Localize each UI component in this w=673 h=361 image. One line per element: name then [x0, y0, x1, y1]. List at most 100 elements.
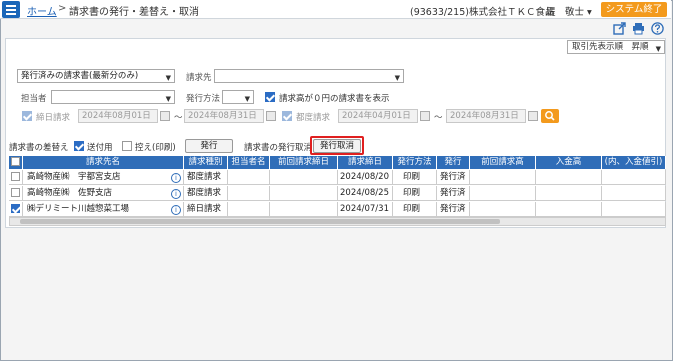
horizontal-scrollbar[interactable]: [9, 217, 666, 226]
info-icon[interactable]: i: [171, 189, 181, 199]
row-staff: [228, 170, 270, 185]
row-discount: [602, 202, 666, 217]
col-issued[interactable]: 発行: [437, 156, 470, 169]
breadcrumb-home-link[interactable]: ホーム: [27, 3, 57, 18]
cancel-issue-button[interactable]: 発行取消: [313, 139, 361, 153]
row-payment: [536, 170, 602, 185]
select-all-cell: [9, 156, 23, 169]
table-row[interactable]: ㈱デリミート川越惣菜工場 i 締日請求 2024/07/31 印刷 発行済: [9, 202, 666, 217]
row-prev-amount: [470, 170, 536, 185]
breadcrumb-separator: >: [58, 3, 67, 14]
issue-type-value: 発行済みの請求書(最新分のみ): [21, 71, 139, 81]
col-staff[interactable]: 担当者名: [228, 156, 270, 169]
row-checkbox[interactable]: [11, 204, 20, 213]
col-billing-name[interactable]: 請求先名: [23, 156, 184, 169]
row-date: 2024/08/20: [338, 170, 393, 185]
row-checkbox[interactable]: [11, 188, 20, 197]
table-row[interactable]: 高崎物産㈱ 佐野支店 i 都度請求 2024/08/25 印刷 発行済: [9, 186, 666, 201]
row-method: 印刷: [393, 202, 437, 217]
per-request-label: 都度請求: [296, 113, 331, 123]
copy-checkbox[interactable]: [122, 141, 132, 151]
cutoff-from-date[interactable]: 2024年08月01日: [78, 109, 158, 123]
help-icon[interactable]: [651, 22, 664, 35]
tilde: 〜: [174, 113, 183, 123]
chevron-down-icon: ▼: [244, 95, 250, 103]
row-billing-name: 高崎物産㈱ 宇都宮支店: [23, 170, 184, 185]
calendar-icon[interactable]: [528, 111, 538, 121]
system-exit-button[interactable]: システム終了: [601, 2, 667, 17]
issue-type-select[interactable]: 発行済みの請求書(最新分のみ) ▼: [17, 69, 175, 83]
row-issued: 発行済: [437, 186, 470, 201]
company-name: (93633/215)株式会社ＴＫＣ食品: [410, 7, 555, 18]
row-prev-date: [270, 202, 338, 217]
chevron-down-icon: ▼: [165, 74, 171, 82]
calendar-icon[interactable]: [266, 111, 276, 121]
row-staff: [228, 186, 270, 201]
cutoff-label: 締日請求: [36, 113, 71, 123]
row-date: 2024/07/31: [338, 202, 393, 217]
send-label: 送付用: [87, 143, 113, 153]
col-type[interactable]: 請求種別: [184, 156, 228, 169]
copy-label: 控え(印刷): [135, 143, 176, 153]
zero-amount-checkbox[interactable]: [265, 92, 275, 102]
col-payment[interactable]: 入金高: [536, 156, 602, 169]
row-prev-amount: [470, 186, 536, 201]
col-method[interactable]: 発行方法: [393, 156, 437, 169]
chevron-down-icon: ▾: [587, 7, 592, 18]
per-to-date[interactable]: 2024年08月31日: [446, 109, 526, 123]
table-row[interactable]: 高崎物産㈱ 宇都宮支店 i 都度請求 2024/08/20 印刷 発行済: [9, 170, 666, 185]
sort-order-value: 取引先表示順 昇順: [572, 42, 649, 52]
col-discount[interactable]: (内、入金値引): [602, 156, 666, 169]
sort-order-select[interactable]: 取引先表示順 昇順 ▼: [567, 40, 665, 54]
billing-label: 請求先: [186, 73, 212, 83]
calendar-icon[interactable]: [160, 111, 170, 121]
row-payment: [536, 202, 602, 217]
method-select[interactable]: ▼: [222, 90, 254, 104]
send-checkbox[interactable]: [74, 141, 84, 151]
col-prev-date[interactable]: 前回請求締日: [270, 156, 338, 169]
print-icon[interactable]: [632, 22, 645, 35]
row-prev-date: [270, 170, 338, 185]
row-prev-date: [270, 186, 338, 201]
calendar-icon[interactable]: [420, 111, 430, 121]
chevron-down-icon: ▼: [394, 74, 400, 82]
billing-select[interactable]: ▼: [214, 69, 404, 83]
row-date: 2024/08/25: [338, 186, 393, 201]
tilde: 〜: [434, 113, 443, 123]
row-staff: [228, 202, 270, 217]
top-bar: ホーム > 請求書の発行・差替え・取消 (93633/215)株式会社ＴＫＣ食品…: [0, 0, 671, 19]
select-all-checkbox[interactable]: [11, 157, 20, 166]
page-title: 請求書の発行・差替え・取消: [69, 7, 199, 18]
info-icon[interactable]: i: [171, 173, 181, 183]
info-icon[interactable]: i: [171, 205, 181, 215]
per-request-checkbox[interactable]: [282, 111, 292, 121]
row-type: 都度請求: [184, 186, 228, 201]
scrollbar-thumb[interactable]: [20, 219, 500, 224]
cancel-label: 請求書の発行取消: [244, 143, 313, 153]
search-button[interactable]: [541, 109, 559, 123]
col-prev-amount[interactable]: 前回請求高: [470, 156, 536, 169]
row-issued: 発行済: [437, 170, 470, 185]
hamburger-menu-icon[interactable]: [2, 1, 20, 18]
row-method: 印刷: [393, 186, 437, 201]
table-header: 請求先名 請求種別 担当者名 前回請求締日 請求締日 発行方法 発行 前回請求高…: [9, 156, 666, 169]
staff-label: 担当者: [21, 94, 47, 104]
row-discount: [602, 186, 666, 201]
per-from-date[interactable]: 2024年04月01日: [338, 109, 418, 123]
chevron-down-icon: ▼: [655, 45, 661, 53]
search-icon: [545, 111, 555, 121]
external-link-icon[interactable]: [613, 22, 626, 35]
issue-button[interactable]: 発行: [185, 139, 233, 153]
cutoff-checkbox[interactable]: [22, 111, 32, 121]
row-billing-name: ㈱デリミート川越惣菜工場: [23, 202, 184, 217]
row-checkbox[interactable]: [11, 172, 20, 181]
user-menu[interactable]: 堤 敬士 ▾: [546, 4, 592, 18]
row-prev-amount: [470, 202, 536, 217]
user-name: 堤 敬士: [546, 7, 585, 18]
staff-select[interactable]: ▼: [51, 90, 175, 104]
cutoff-to-date[interactable]: 2024年08月31日: [184, 109, 264, 123]
row-type: 都度請求: [184, 170, 228, 185]
row-issued: 発行済: [437, 202, 470, 217]
row-discount: [602, 170, 666, 185]
col-date[interactable]: 請求締日: [338, 156, 393, 169]
